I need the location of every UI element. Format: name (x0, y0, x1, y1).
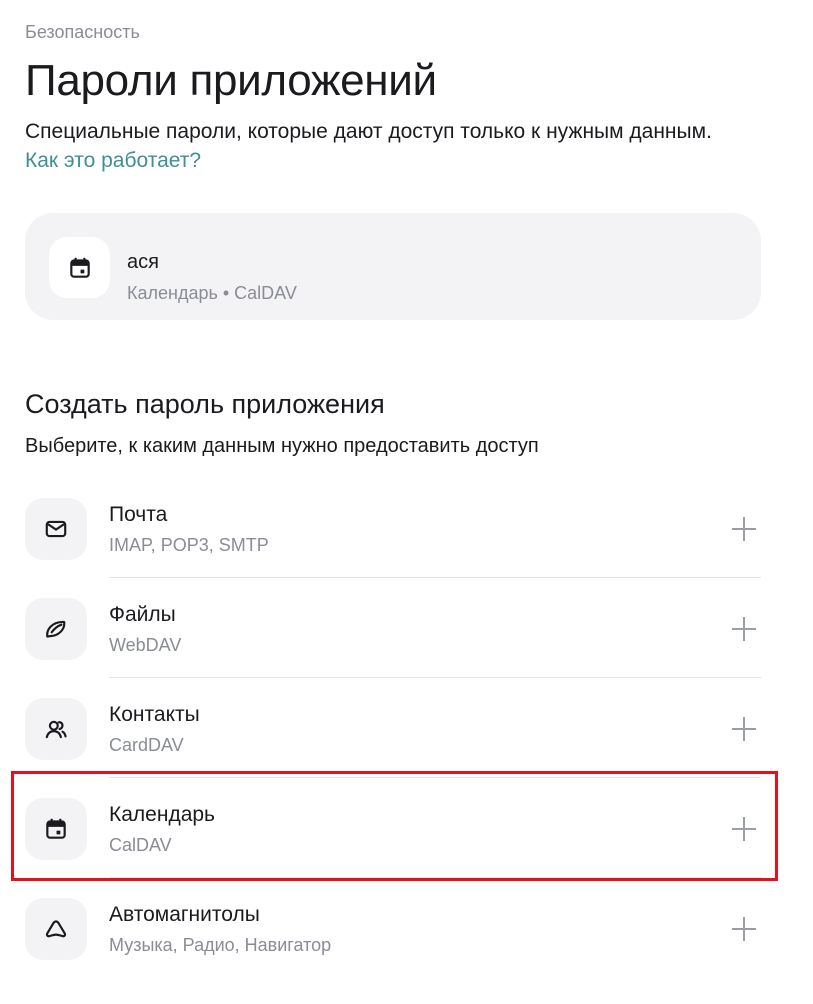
breadcrumb-security[interactable]: Безопасность (25, 22, 140, 43)
existing-password-card[interactable]: ася Календарь • CalDAV (25, 213, 761, 320)
app-item-title: Файлы (109, 603, 176, 626)
page-description-text: Специальные пароли, которые дают доступ … (25, 120, 712, 143)
app-item-subtitle: WebDAV (109, 635, 182, 655)
app-item-files[interactable]: Файлы WebDAV (25, 578, 761, 678)
app-item-mail[interactable]: Почта IMAP, POP3, SMTP (25, 478, 761, 578)
app-item-subtitle: IMAP, POP3, SMTP (109, 535, 269, 555)
app-passwords-page: Безопасность Пароли приложений Специальн… (0, 0, 813, 1004)
app-item-car-audio[interactable]: Автомагнитолы Музыка, Радио, Навигатор (25, 878, 761, 978)
how-it-works-link[interactable]: Как это работает? (25, 149, 201, 172)
page-description: Специальные пароли, которые дают доступ … (25, 117, 745, 175)
plus-icon[interactable] (731, 816, 757, 842)
app-item-subtitle: Музыка, Радио, Навигатор (109, 935, 332, 955)
existing-password-detail: Календарь • CalDAV (127, 283, 297, 303)
contacts-icon (25, 698, 87, 760)
plus-icon[interactable] (731, 916, 757, 942)
page-title: Пароли приложений (25, 56, 437, 105)
create-section-title: Создать пароль приложения (25, 389, 385, 419)
app-item-title: Календарь (109, 803, 215, 826)
car-audio-icon (25, 898, 87, 960)
app-item-subtitle: CardDAV (109, 735, 184, 755)
app-item-contacts[interactable]: Контакты CardDAV (25, 678, 761, 778)
app-type-list: Почта IMAP, POP3, SMTP Файлы WebDAV Конт… (25, 478, 761, 978)
app-item-title: Автомагнитолы (109, 903, 260, 926)
files-icon (25, 598, 87, 660)
app-item-title: Почта (109, 503, 168, 526)
plus-icon[interactable] (731, 516, 757, 542)
plus-icon[interactable] (731, 716, 757, 742)
plus-icon[interactable] (731, 616, 757, 642)
app-item-title: Контакты (109, 703, 200, 726)
mail-icon (25, 498, 87, 560)
app-item-calendar[interactable]: Календарь CalDAV (25, 778, 761, 878)
calendar-icon (49, 237, 110, 298)
existing-password-name: ася (127, 251, 159, 273)
calendar-icon (25, 798, 87, 860)
create-section-description: Выберите, к каким данным нужно предостав… (25, 435, 539, 457)
app-item-subtitle: CalDAV (109, 835, 172, 855)
